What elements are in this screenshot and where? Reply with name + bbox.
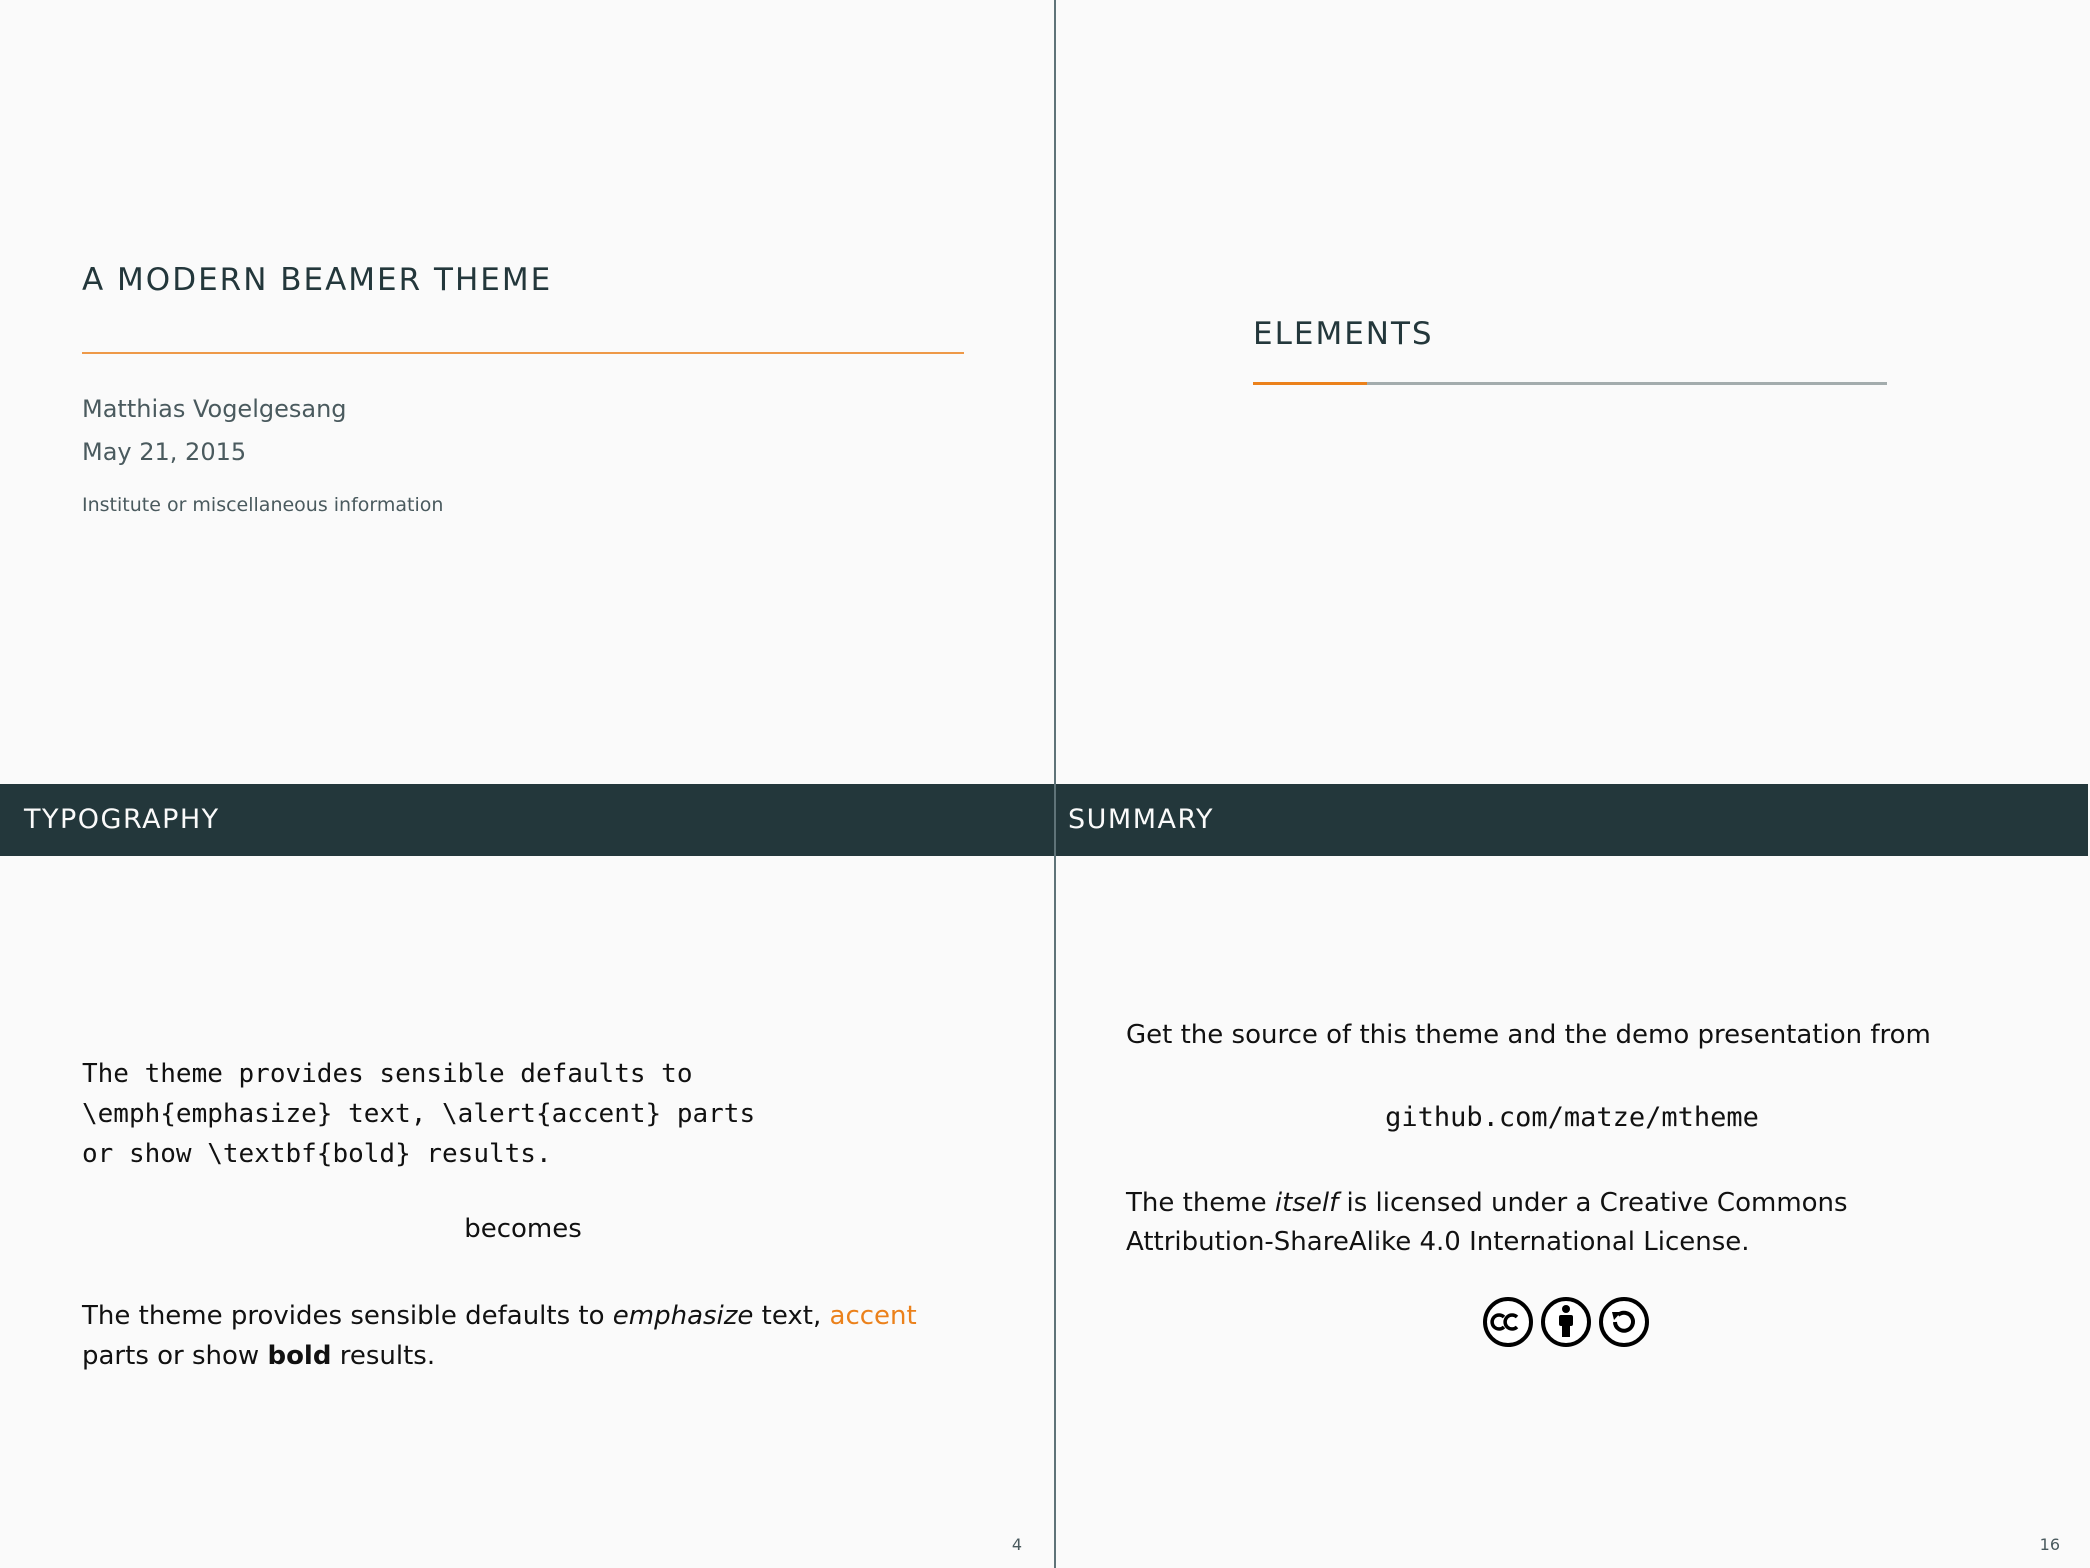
becomes-label: becomes	[464, 1214, 582, 1244]
cc-icon	[1483, 1297, 1533, 1347]
bold-text: bold	[267, 1341, 332, 1371]
section-slide: ELEMENTS	[1056, 0, 2090, 784]
frame-title: SUMMARY	[1068, 804, 1214, 835]
license-emphasis: itself	[1274, 1188, 1339, 1218]
code-line: \emph{emphasize} text, \alert{accent} pa…	[82, 1099, 756, 1129]
result-text-part: results.	[331, 1341, 436, 1371]
license-text: The theme itself is licensed under a Cre…	[1126, 1184, 2006, 1262]
code-sample: The theme provides sensible defaults to …	[82, 1054, 755, 1174]
code-line: The theme provides sensible defaults to	[82, 1059, 693, 1089]
frame-title: TYPOGRAPHY	[24, 804, 220, 835]
summary-slide: SUMMARY Get the source of this theme and…	[1056, 784, 2090, 1568]
source-text: Get the source of this theme and the dem…	[1126, 1020, 1931, 1050]
frame-title-bar: TYPOGRAPHY	[0, 784, 1054, 856]
presentation-date: May 21, 2015	[82, 438, 247, 466]
license-icons	[1482, 1296, 1650, 1348]
typography-slide: TYPOGRAPHY The theme provides sensible d…	[0, 784, 1054, 1568]
license-text-part: The theme	[1126, 1188, 1275, 1218]
page-number: 16	[2039, 1535, 2060, 1554]
author-name: Matthias Vogelgesang	[82, 395, 347, 423]
section-progress-fill	[1253, 382, 1368, 385]
section-title: ELEMENTS	[1253, 316, 1434, 352]
institute-info: Institute or miscellaneous information	[82, 494, 444, 516]
frame-title-bar: SUMMARY	[1056, 784, 2088, 856]
presentation-title: A MODERN BEAMER THEME	[82, 262, 553, 298]
source-url[interactable]: github.com/matze/mtheme	[1056, 1102, 2088, 1133]
license-text-part: Attribution-ShareAlike 4.0 International…	[1126, 1227, 1750, 1257]
sa-icon	[1599, 1297, 1649, 1347]
alert-text: accent	[829, 1301, 917, 1331]
result-text-part: text,	[753, 1301, 830, 1331]
result-text-part: The theme provides sensible defaults to	[82, 1301, 613, 1331]
license-text-part: is licensed under a Creative Commons	[1338, 1188, 1848, 1218]
page-number: 4	[1011, 1535, 1022, 1554]
title-separator-line	[82, 352, 964, 354]
result-text-part: parts or show	[82, 1341, 268, 1371]
code-line: or show \textbf{bold} results.	[82, 1139, 552, 1169]
section-progress-bar	[1253, 382, 1887, 385]
by-icon	[1541, 1297, 1591, 1347]
emphasized-text: emphasize	[612, 1301, 754, 1331]
title-slide: A MODERN BEAMER THEME Matthias Vogelgesa…	[0, 0, 1054, 784]
rendered-result: The theme provides sensible defaults to …	[82, 1296, 922, 1376]
